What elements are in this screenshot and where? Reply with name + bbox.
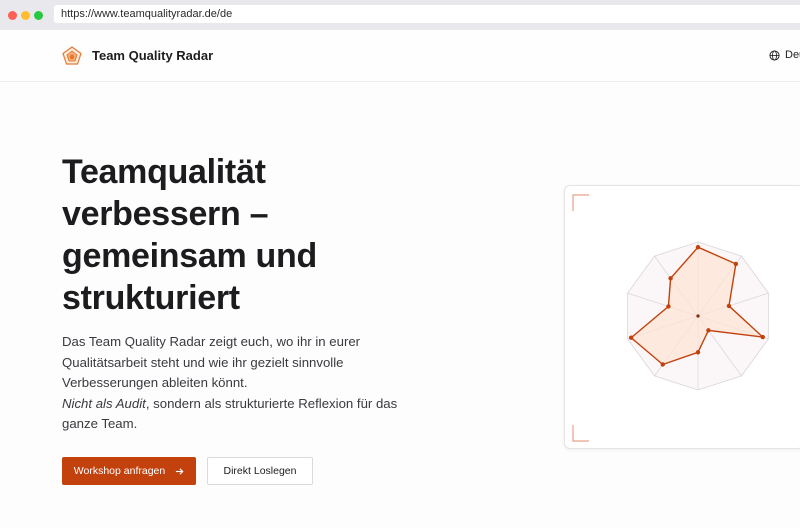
minimize-window-button[interactable] [21,11,30,20]
radar-data-point [726,303,732,309]
radar-data-point [628,335,634,340]
corner-mark-top-left [572,194,589,211]
workshop-request-label: Workshop anfragen [73,465,166,477]
radar-chart [572,194,769,442]
radar-data-point [695,350,701,355]
radar-data-point [733,261,739,267]
maximize-window-button[interactable] [34,11,43,20]
radar-data-point [760,334,765,340]
hero-headline: Teamqualität verbessern – gemeinsam und … [62,153,317,317]
lead-text-1: Das Team Quality Radar zeigt euch, wo ih… [62,334,361,390]
radar-data-point [695,244,701,250]
radar-data-point [668,276,673,281]
radar-data-point [666,304,671,309]
language-label: Deu [785,49,800,61]
arrow-right-icon [176,467,184,475]
pentagon-radar-logo-icon[interactable] [62,46,82,66]
hero-lead: Das Team Quality Radar zeigt euch, wo ih… [62,332,402,435]
globe-icon [769,49,780,61]
browser-chrome: https://www.teamqualityradar.de/de [0,0,800,30]
start-now-label: Direkt Loslegen [223,465,297,477]
radar-chart-card [564,185,800,449]
hero-section: Teamqualität verbessern – gemeinsam und … [0,83,800,528]
workshop-request-button[interactable]: Workshop anfragen [62,457,196,485]
close-window-button[interactable] [8,11,17,20]
radar-data-point [706,328,711,333]
site-header: Team Quality Radar Deu [0,30,800,82]
address-bar[interactable]: https://www.teamqualityradar.de/de [54,5,800,23]
brand-name[interactable]: Team Quality Radar [92,48,213,63]
corner-mark-bottom-left [572,425,589,442]
language-switcher[interactable]: Deu [769,49,800,61]
start-now-button[interactable]: Direkt Loslegen [207,457,313,485]
lead-emphasis: Nicht als Audit [62,395,146,411]
radar-data-point [660,362,665,367]
radar-center-dot [696,314,700,318]
